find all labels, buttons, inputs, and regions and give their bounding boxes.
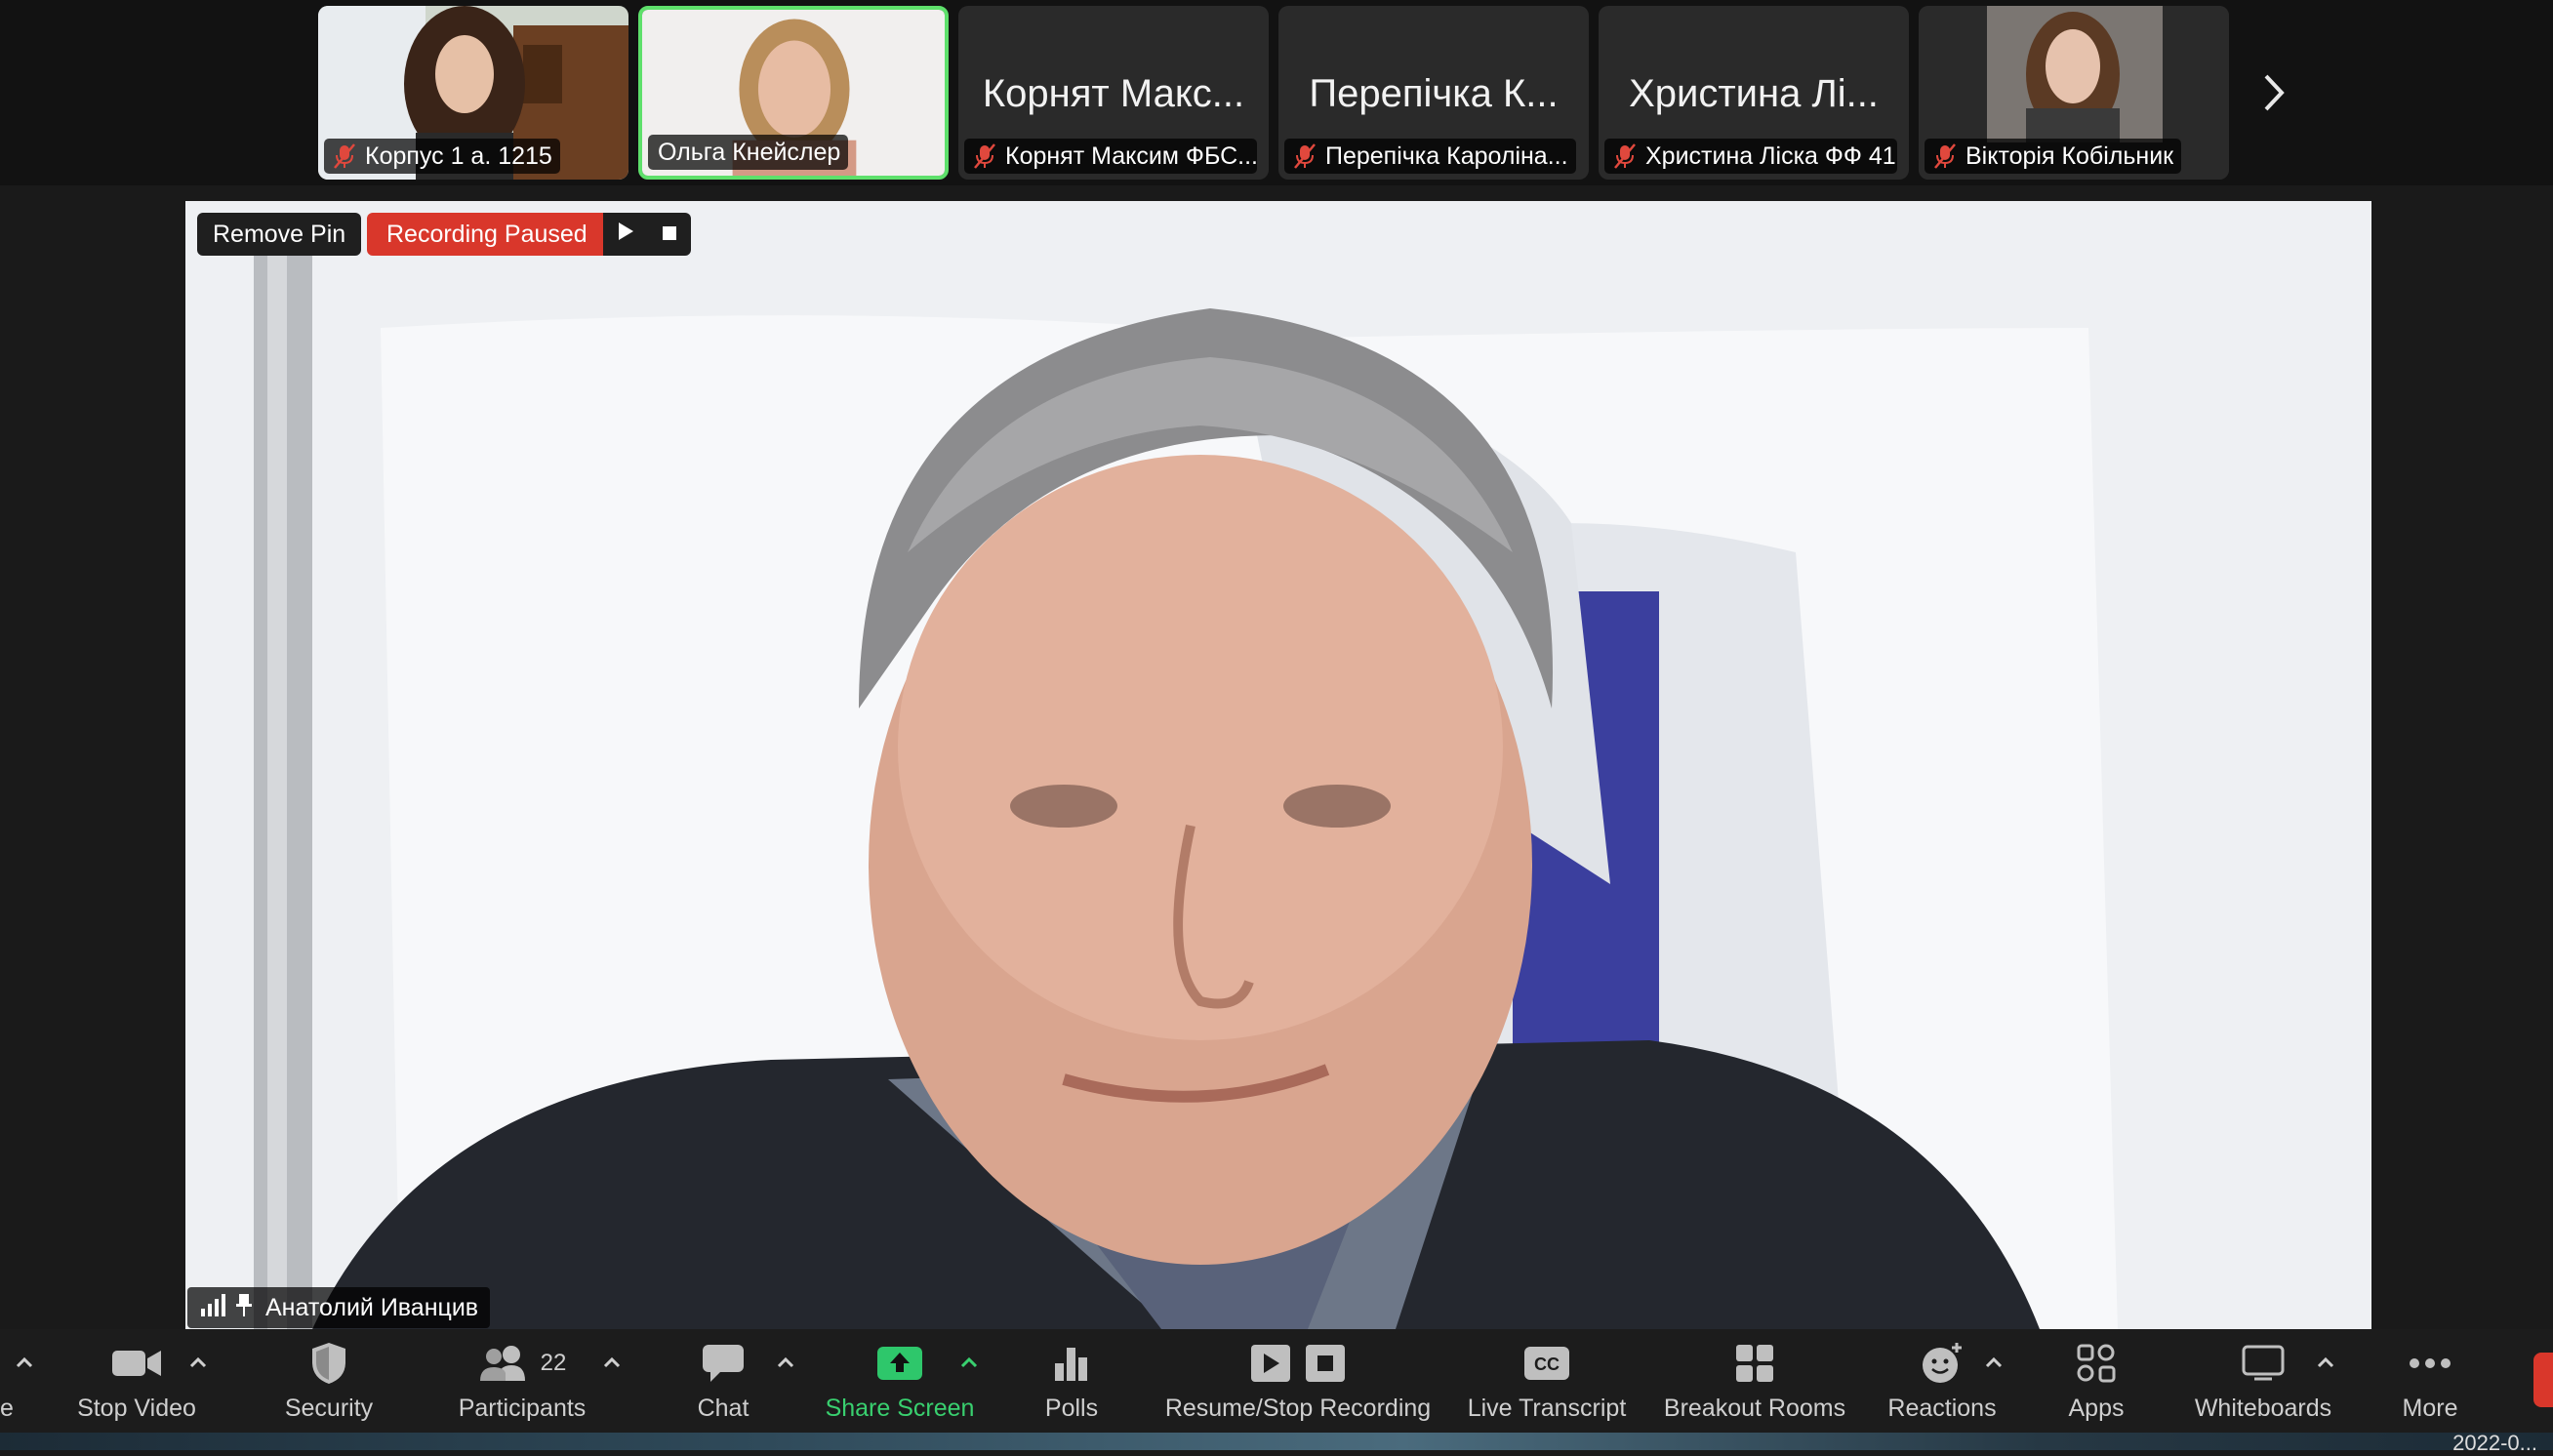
breakout-rooms-grid-icon xyxy=(1736,1345,1773,1382)
apps-icon xyxy=(2077,1344,2116,1383)
share-screen-label: Share Screen xyxy=(825,1395,975,1422)
live-transcript-button[interactable]: CC Live Transcript xyxy=(1454,1329,1640,1433)
video-options-caret-icon[interactable] xyxy=(185,1351,211,1376)
participant-name: Ольга Кнейслер xyxy=(658,138,841,166)
chat-options-caret-icon[interactable] xyxy=(773,1351,798,1376)
stop-video-label: Stop Video xyxy=(77,1395,196,1422)
apps-button[interactable]: Apps xyxy=(2040,1329,2153,1433)
resume-stop-recording-button[interactable]: Resume/Stop Recording xyxy=(1161,1329,1435,1433)
participant-name: Корпус 1 а. 1215 xyxy=(365,142,552,170)
reactions-button[interactable]: Reactions xyxy=(1874,1329,2010,1433)
recording-controls xyxy=(603,213,691,256)
reactions-options-caret-icon[interactable] xyxy=(1981,1351,2006,1376)
participants-options-caret-icon[interactable] xyxy=(599,1351,625,1376)
participant-tile[interactable]: Христина Лі... Христина Ліска ФФ 41 xyxy=(1599,6,1909,180)
share-options-caret-icon[interactable] xyxy=(956,1351,982,1376)
speaker-name: Анатолий Иванцив xyxy=(265,1293,479,1321)
participants-label: Participants xyxy=(458,1395,587,1422)
muted-mic-icon xyxy=(972,142,997,170)
speaker-name-bar: Анатолий Иванцив xyxy=(187,1287,491,1328)
muted-mic-icon xyxy=(1612,142,1638,170)
participant-name-bar: Вікторія Кобільник xyxy=(1925,139,2182,174)
chat-bubble-icon xyxy=(703,1345,744,1382)
polls-button[interactable]: Polls xyxy=(1015,1329,1128,1433)
closed-captions-icon: CC xyxy=(1524,1347,1569,1380)
whiteboard-icon xyxy=(2242,1345,2285,1381)
security-button[interactable]: Security xyxy=(265,1329,392,1433)
video-camera-icon xyxy=(112,1351,161,1376)
more-button[interactable]: More xyxy=(2381,1329,2479,1433)
participant-name: Корнят Максим ФБС... xyxy=(1005,142,1257,170)
breakout-rooms-button[interactable]: Breakout Rooms xyxy=(1659,1329,1850,1433)
audio-options-caret-icon[interactable] xyxy=(12,1351,37,1376)
end-meeting-button[interactable] xyxy=(2533,1353,2553,1407)
svg-text:CC: CC xyxy=(1534,1355,1560,1374)
participant-name: Христина Ліска ФФ 41 xyxy=(1645,142,1896,170)
audio-label-fragment: e xyxy=(0,1395,14,1422)
recording-status-badge: Recording Paused xyxy=(367,213,607,256)
audio-button-cut[interactable]: e xyxy=(0,1329,14,1433)
participant-strip: Корпус 1 а. 1215 Ольга Кнейслер Корнят М… xyxy=(0,0,2553,185)
participants-icon xyxy=(479,1346,525,1381)
participant-name-bar: Перепічка Кароліна... xyxy=(1284,139,1576,174)
polls-bar-chart-icon xyxy=(1055,1348,1087,1381)
stop-square-icon xyxy=(1306,1345,1345,1382)
participants-button[interactable]: 22 Participants xyxy=(449,1329,595,1433)
participant-display-name: Христина Лі... xyxy=(1629,72,1879,115)
chat-button[interactable]: Chat xyxy=(669,1329,777,1433)
apps-label: Apps xyxy=(2068,1395,2125,1422)
participant-tile-active[interactable]: Ольга Кнейслер xyxy=(638,6,949,180)
participant-tile[interactable]: Вікторія Кобільник xyxy=(1919,6,2229,180)
whiteboards-options-caret-icon[interactable] xyxy=(2313,1351,2338,1376)
share-screen-button[interactable]: Share Screen xyxy=(820,1329,980,1433)
whiteboards-label: Whiteboards xyxy=(2194,1395,2332,1422)
reactions-label: Reactions xyxy=(1887,1395,1997,1422)
recording-label: Resume/Stop Recording xyxy=(1164,1395,1432,1422)
desktop-wallpaper xyxy=(0,1433,2553,1450)
shield-icon xyxy=(312,1343,345,1384)
participant-name-bar: Христина Ліска ФФ 41 xyxy=(1604,139,1897,174)
muted-mic-icon xyxy=(1292,142,1317,170)
resume-recording-play-icon[interactable] xyxy=(616,221,635,249)
main-speaker-video xyxy=(185,201,2371,1329)
more-dots-icon xyxy=(2410,1358,2451,1368)
muted-mic-icon xyxy=(1932,142,1958,170)
smiley-reaction-icon xyxy=(1923,1343,1962,1383)
participant-name-bar: Корпус 1 а. 1215 xyxy=(324,139,560,174)
desktop-date-fragment: 2022-0... xyxy=(2452,1431,2537,1455)
participant-tile[interactable]: Перепічка К... Перепічка Кароліна... xyxy=(1278,6,1589,180)
stop-recording-icon[interactable] xyxy=(661,221,678,249)
signal-strength-icon xyxy=(199,1292,226,1324)
participant-display-name: Перепічка К... xyxy=(1309,72,1559,115)
whiteboards-button[interactable]: Whiteboards xyxy=(2182,1329,2344,1433)
pin-icon xyxy=(234,1292,254,1324)
security-label: Security xyxy=(284,1395,374,1422)
remove-pin-button[interactable]: Remove Pin xyxy=(197,213,362,256)
more-label: More xyxy=(2402,1395,2458,1422)
participant-name-bar: Корнят Максим ФБС... xyxy=(964,139,1257,174)
share-screen-icon xyxy=(877,1347,922,1380)
next-page-chevron-icon[interactable] xyxy=(2254,59,2293,127)
participant-tile[interactable]: Корпус 1 а. 1215 xyxy=(318,6,628,180)
participant-name: Перепічка Кароліна... xyxy=(1325,142,1568,170)
muted-mic-icon xyxy=(332,142,357,170)
breakout-rooms-label: Breakout Rooms xyxy=(1663,1395,1846,1422)
resume-play-icon xyxy=(1251,1345,1290,1382)
participant-display-name: Корнят Макс... xyxy=(982,72,1245,115)
participant-count: 22 xyxy=(540,1350,567,1376)
participant-name-bar: Ольга Кнейслер xyxy=(648,135,849,170)
stop-video-button[interactable]: Stop Video xyxy=(59,1329,215,1433)
participant-tile[interactable]: Корнят Макс... Корнят Максим ФБС... xyxy=(958,6,1269,180)
speaker-video-frame xyxy=(185,201,2371,1329)
live-transcript-label: Live Transcript xyxy=(1467,1395,1627,1422)
chat-label: Chat xyxy=(697,1395,750,1422)
polls-label: Polls xyxy=(1044,1395,1099,1422)
participant-name: Вікторія Кобільник xyxy=(1965,142,2174,170)
